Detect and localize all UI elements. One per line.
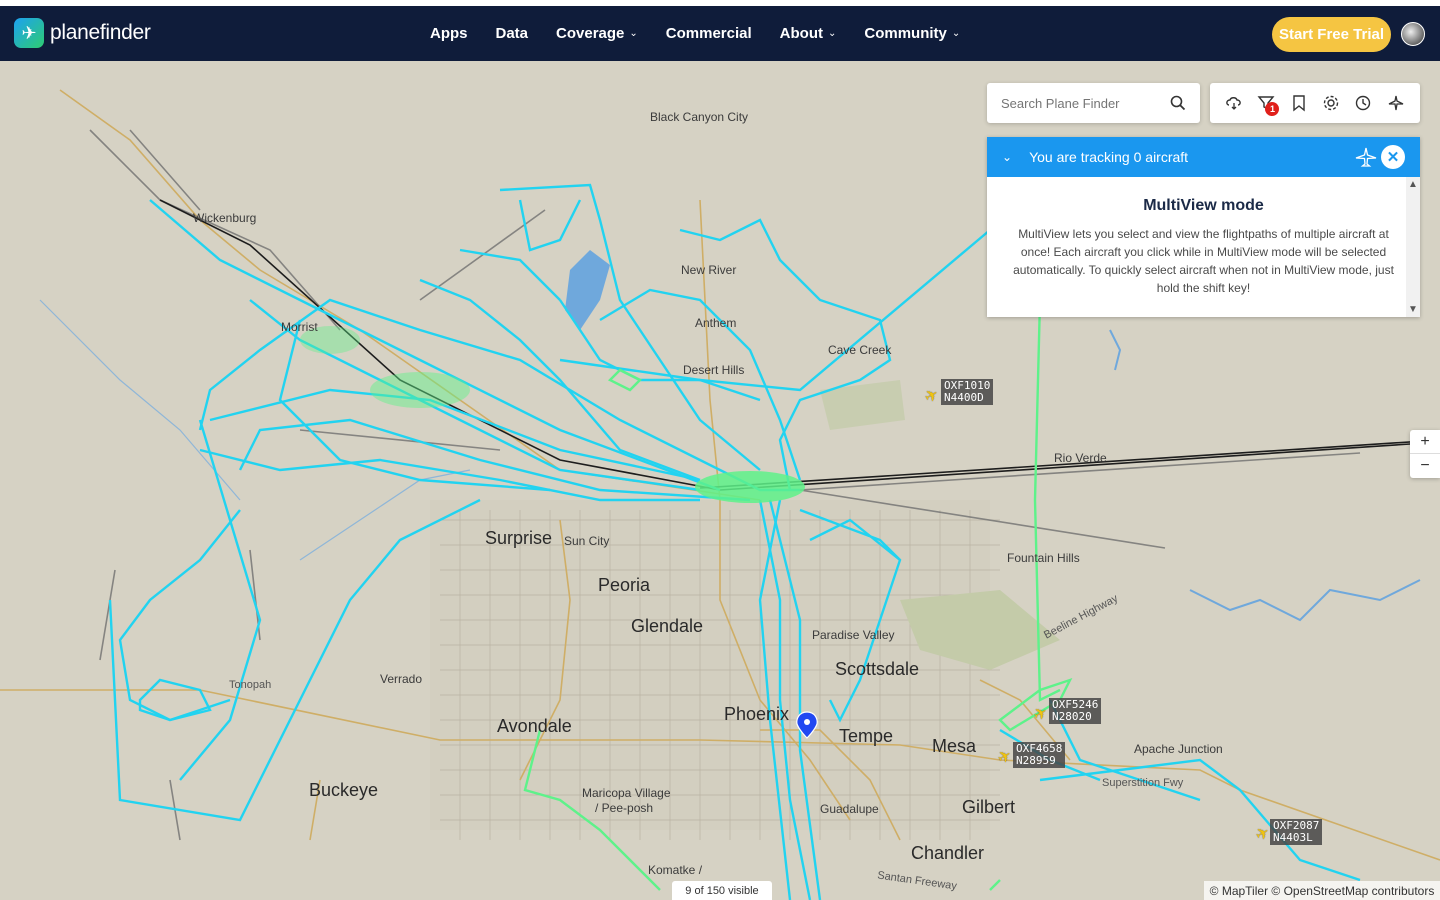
aircraft-registration: N28959 [1016, 754, 1056, 767]
filter-count-badge: 1 [1265, 102, 1280, 116]
nav-about[interactable]: About ⌄ [780, 25, 837, 42]
place-wickenburg: Wickenburg [193, 211, 257, 225]
place-new-river: New River [681, 263, 737, 277]
park-area [820, 380, 905, 430]
place-tonopah: Tonopah [229, 679, 272, 691]
place-mesa: Mesa [932, 736, 977, 756]
nav-coverage-label: Coverage [556, 25, 625, 42]
aircraft-registration: N4403L [1273, 831, 1313, 844]
chevron-down-icon: ⌄ [827, 28, 837, 39]
place-sun-city: Sun City [564, 534, 610, 548]
chevron-down-icon: ⌄ [951, 28, 961, 39]
place-peoria: Peoria [598, 575, 651, 595]
place-avondale: Avondale [497, 716, 572, 736]
place-maricopa-village: Maricopa Village [582, 786, 671, 800]
start-free-trial-button[interactable]: Start Free Trial [1272, 17, 1391, 52]
nav-coverage[interactable]: Coverage ⌄ [556, 25, 638, 42]
nav-data-label: Data [495, 25, 529, 42]
close-button[interactable]: ✕ [1381, 145, 1405, 169]
nav-about-label: About [779, 25, 823, 42]
zoom-out-button[interactable]: − [1410, 454, 1440, 478]
place-superstition-fwy: Superstition Fwy [1102, 777, 1184, 789]
nav-apps-label: Apps [430, 25, 468, 42]
scroll-up-icon[interactable]: ▲ [1408, 179, 1418, 190]
history-icon[interactable] [1354, 94, 1372, 112]
place-pee-posh: / Pee-posh [595, 801, 654, 815]
brand-logo[interactable]: ✈ planefinder [14, 18, 151, 48]
place-glendale: Glendale [631, 616, 704, 636]
chevron-down-icon[interactable]: ⌄ [1002, 150, 1012, 164]
aircraft-registration: N4400D [944, 391, 984, 404]
place-guadalupe: Guadalupe [820, 802, 879, 816]
place-chandler: Chandler [911, 843, 985, 863]
place-phoenix: Phoenix [724, 704, 790, 724]
multiview-icon[interactable] [1387, 94, 1405, 112]
pin-center [804, 719, 810, 725]
multiview-title: MultiView mode [1143, 197, 1264, 214]
weather-icon[interactable] [1225, 94, 1243, 112]
place-gilbert: Gilbert [962, 797, 1016, 817]
user-avatar[interactable] [1401, 22, 1425, 46]
multiview-body: MultiView mode MultiView lets you select… [987, 177, 1420, 297]
top-navbar: ✈ planefinder Apps Data Coverage ⌄ Commer… [0, 6, 1440, 61]
chevron-down-icon: ⌄ [629, 28, 638, 39]
map-attribution[interactable]: © MapTiler © OpenStreetMap contributors [1204, 881, 1440, 900]
plane-outline-icon [1355, 147, 1377, 167]
river [39, 299, 471, 561]
zoom-control: + − [1410, 430, 1440, 478]
settings-icon[interactable] [1322, 94, 1340, 112]
map-toolbar: 1 [1210, 83, 1420, 123]
aircraft-label-oxf1010[interactable]: OXF1010 N4400D [941, 379, 994, 405]
place-verrado: Verrado [380, 672, 423, 686]
place-surprise: Surprise [485, 528, 553, 548]
place-komatke: Komatke / [648, 863, 703, 877]
multiview-description: MultiView lets you select and view the f… [1013, 227, 1394, 295]
zoom-in-button[interactable]: + [1410, 430, 1440, 454]
aircraft-label-oxf5246[interactable]: OXF5246 N28020 [1049, 698, 1102, 724]
place-scottsdale: Scottsdale [835, 659, 920, 679]
place-black-canyon-city: Black Canyon City [650, 110, 749, 124]
search-bar [987, 83, 1200, 123]
tracking-header[interactable]: ⌄ You are tracking 0 aircraft ✕ [987, 137, 1420, 177]
aircraft-registration: N28020 [1052, 710, 1092, 723]
nav-apps[interactable]: Apps [430, 25, 468, 42]
filter-icon[interactable]: 1 [1257, 94, 1280, 116]
search-icon[interactable] [1170, 95, 1186, 111]
aircraft-label-oxf4658[interactable]: OXF4658 N28959 [1013, 742, 1066, 768]
tracking-header-text: You are tracking 0 aircraft [1029, 149, 1189, 165]
place-paradise-valley: Paradise Valley [812, 628, 895, 642]
place-anthem: Anthem [695, 316, 737, 330]
place-desert-hills: Desert Hills [683, 363, 745, 377]
panel-scrollbar[interactable]: ▲ ▼ [1406, 177, 1420, 317]
place-rio-verde: Rio Verde [1054, 451, 1107, 465]
nav-commercial[interactable]: Commercial [666, 25, 752, 42]
visible-aircraft-count: 9 of 150 visible [672, 881, 772, 900]
search-input[interactable] [987, 95, 1157, 111]
place-apache-junction: Apache Junction [1134, 742, 1223, 756]
plane-logo-icon: ✈ [14, 18, 44, 48]
nav-community-label: Community [864, 25, 947, 42]
aircraft-label-oxf2087[interactable]: OXF2087 N4403L [1270, 819, 1323, 845]
place-buckeye: Buckeye [309, 780, 379, 800]
nav-data[interactable]: Data [496, 25, 529, 42]
place-cave-creek: Cave Creek [828, 343, 892, 357]
tracking-panel: ⌄ You are tracking 0 aircraft ✕ MultiVie… [987, 137, 1420, 317]
place-fountain-hills: Fountain Hills [1007, 551, 1080, 565]
nav-commercial-label: Commercial [665, 25, 752, 42]
main-nav: Apps Data Coverage ⌄ Commercial About ⌄ Co… [430, 6, 988, 61]
brand-name: planefinder [50, 21, 151, 44]
place-morristown: Morrist [281, 320, 318, 334]
river [1109, 329, 1421, 622]
nav-community[interactable]: Community ⌄ [864, 25, 960, 42]
place-tempe: Tempe [839, 726, 894, 746]
bookmark-icon[interactable] [1290, 94, 1308, 112]
scroll-down-icon[interactable]: ▼ [1408, 304, 1418, 315]
traffic-cluster [300, 326, 805, 503]
